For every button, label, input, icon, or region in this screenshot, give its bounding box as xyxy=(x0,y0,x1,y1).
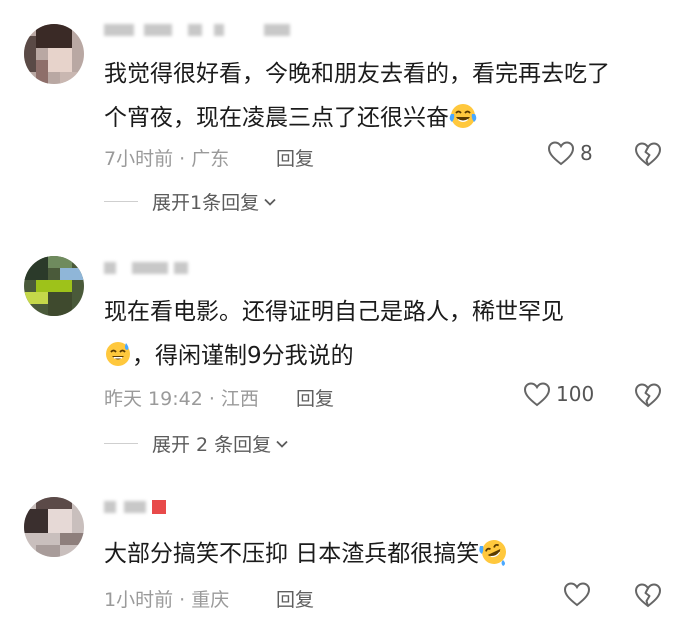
heart-outline-icon xyxy=(547,141,575,166)
broken-heart-icon xyxy=(634,383,662,408)
avatar[interactable] xyxy=(24,497,84,557)
comment-text: 现在看电影。还得证明自己是路人，稀世罕见 ，得闲谨制9分我说的 xyxy=(104,290,564,383)
reply-button[interactable]: 回复 xyxy=(276,585,314,612)
reply-button[interactable]: 回复 xyxy=(296,384,334,411)
like-button[interactable]: 8 xyxy=(546,138,593,168)
broken-heart-icon xyxy=(634,142,662,167)
expand-replies-button[interactable]: 展开1条回复 xyxy=(104,188,277,215)
expand-label: 展开 2 条回复 xyxy=(152,434,272,456)
like-button[interactable] xyxy=(562,579,596,609)
comment-time-location: 7小时前 · 广东 xyxy=(104,148,230,170)
rolling-laughing-emoji xyxy=(479,537,509,581)
comment-text-line: 大部分搞笑不压抑 日本渣兵都很搞笑 xyxy=(104,532,509,581)
dislike-button[interactable] xyxy=(633,580,663,614)
broken-heart-icon xyxy=(634,583,662,608)
comment-text-line: 个宵夜，现在凌晨三点了还很兴奋 xyxy=(104,96,610,145)
like-count: 100 xyxy=(556,382,595,406)
comment-text: 我觉得很好看，今晚和朋友去看的，看完再去吃了 个宵夜，现在凌晨三点了还很兴奋 xyxy=(104,52,610,145)
expand-replies-button[interactable]: 展开 2 条回复 xyxy=(104,430,289,457)
comment-item: 大部分搞笑不压抑 日本渣兵都很搞笑 1小时前 · 重庆 回复 xyxy=(0,475,690,625)
dislike-button[interactable] xyxy=(633,380,663,414)
expand-label: 展开1条回复 xyxy=(152,192,260,214)
badge xyxy=(152,500,166,514)
comment-item: 我觉得很好看，今晚和朋友去看的，看完再去吃了 个宵夜，现在凌晨三点了还很兴奋 7… xyxy=(0,0,690,220)
heart-outline-icon xyxy=(563,582,591,607)
comment-time-location: 昨天 19:42 · 江西 xyxy=(104,388,259,410)
comment-text-line: 现在看电影。还得证明自己是路人，稀世罕见 xyxy=(104,299,564,325)
like-button[interactable]: 100 xyxy=(522,379,594,409)
avatar[interactable] xyxy=(24,256,84,316)
comment-time-location: 1小时前 · 重庆 xyxy=(104,589,230,611)
comment-text-line: ，得闲谨制9分我说的 xyxy=(104,334,564,383)
crying-laughing-emoji xyxy=(449,101,477,145)
chevron-down-icon xyxy=(276,440,288,448)
reply-button[interactable]: 回复 xyxy=(276,144,314,171)
comment-item: 现在看电影。还得证明自己是路人，稀世罕见 ，得闲谨制9分我说的 昨天 19:42… xyxy=(0,220,690,475)
avatar[interactable] xyxy=(24,24,84,84)
expand-divider xyxy=(104,201,138,202)
like-count: 8 xyxy=(580,141,593,165)
chevron-down-icon xyxy=(264,198,276,206)
heart-outline-icon xyxy=(523,382,551,407)
sweat-smile-emoji xyxy=(104,339,132,383)
comment-text: 大部分搞笑不压抑 日本渣兵都很搞笑 xyxy=(104,532,509,581)
comment-text-line: 我觉得很好看，今晚和朋友去看的，看完再去吃了 xyxy=(104,61,610,87)
expand-divider xyxy=(104,443,138,444)
dislike-button[interactable] xyxy=(633,139,663,173)
